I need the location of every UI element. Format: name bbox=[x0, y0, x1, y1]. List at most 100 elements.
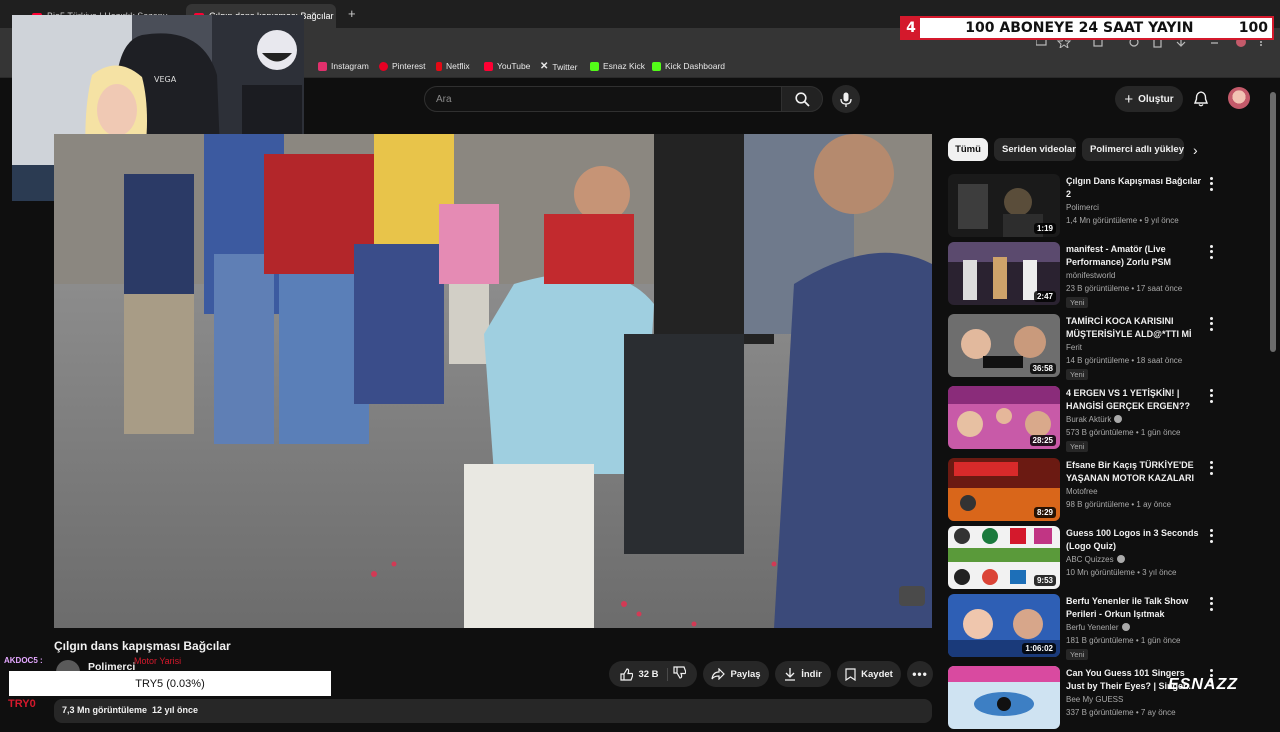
recommendation-item[interactable]: 8:29 Efsane Bir Kaçış TÜRKİYE'DE YAŞANAN… bbox=[948, 458, 1278, 524]
search-button[interactable] bbox=[781, 86, 823, 112]
more-vertical-icon[interactable] bbox=[1206, 460, 1216, 476]
voice-search-button[interactable] bbox=[832, 85, 860, 113]
duration-badge: 1:19 bbox=[1033, 223, 1056, 234]
recommendation-channel[interactable]: Polimerci bbox=[1066, 203, 1099, 212]
view-count: 7,3 Mn görüntüleme bbox=[62, 705, 148, 715]
more-vertical-icon[interactable] bbox=[1206, 244, 1216, 260]
youtube-icon bbox=[484, 61, 493, 71]
bookmark-label: Kick Dashboard bbox=[665, 61, 726, 71]
video-thumbnail[interactable]: 28:25 bbox=[948, 386, 1060, 449]
duration-badge: 8:29 bbox=[1033, 507, 1056, 518]
plus-icon: + bbox=[1124, 90, 1134, 108]
video-thumbnail[interactable]: 2:47 bbox=[948, 242, 1060, 305]
new-badge: Yeni bbox=[1066, 369, 1089, 380]
create-label: Oluştur bbox=[1138, 93, 1174, 105]
more-actions-button[interactable]: ••• bbox=[907, 661, 933, 687]
recommendation-title[interactable]: 4 ERGEN VS 1 YETİŞKİN! | HANGİSİ GERÇEK … bbox=[1066, 387, 1202, 415]
recommendation-title[interactable]: Guess 100 Logos in 3 Seconds (Logo Quiz) bbox=[1066, 527, 1202, 553]
bookmark-label: Pinterest bbox=[392, 61, 426, 71]
recommendation-channel[interactable]: Motofree bbox=[1066, 487, 1098, 496]
verified-icon bbox=[1114, 415, 1123, 423]
recommendation-item[interactable]: 1:06:02 Berfu Yenenler ile Talk Show Per… bbox=[948, 594, 1278, 660]
search-input[interactable]: Ara bbox=[424, 86, 782, 112]
video-thumbnail[interactable]: 9:53 bbox=[948, 526, 1060, 589]
recommendation-title[interactable]: Çılgın Dans Kapışması Bağcılar 2 bbox=[1066, 175, 1202, 201]
donation-total: TRY0 bbox=[8, 698, 36, 710]
thumbs-down-icon bbox=[672, 666, 686, 679]
more-vertical-icon[interactable] bbox=[1206, 176, 1216, 192]
banner-text: 100 ABONEYE 24 SAAT YAYIN bbox=[965, 20, 1194, 36]
recommendation-meta: 1,4 Mn görüntüleme • 9 yıl önce bbox=[1066, 216, 1179, 225]
duration-badge: 1:06:02 bbox=[1022, 643, 1056, 654]
recommendation-channel[interactable]: Burak Aktürk bbox=[1066, 415, 1123, 424]
kick-icon bbox=[590, 61, 599, 71]
share-icon bbox=[711, 668, 726, 680]
recommendation-channel[interactable]: Bee My GUESS bbox=[1066, 695, 1123, 704]
video-player[interactable] bbox=[54, 134, 932, 628]
bookmark-esnaz-kick[interactable]: Esnaz Kick bbox=[590, 61, 645, 71]
recommendation-title[interactable]: Efsane Bir Kaçış TÜRKİYE'DE YAŞANAN MOTO… bbox=[1066, 459, 1202, 487]
recommendation-item[interactable]: 9:53 Guess 100 Logos in 3 Seconds (Logo … bbox=[948, 526, 1278, 592]
new-badge: Yeni bbox=[1066, 441, 1089, 452]
netflix-icon bbox=[436, 61, 442, 71]
bookmark-pinterest[interactable]: Pinterest bbox=[379, 61, 426, 71]
download-icon bbox=[785, 667, 796, 681]
recommendation-item[interactable]: 1:19 Çılgın Dans Kapışması Bağcılar 2 Po… bbox=[948, 174, 1278, 240]
recommendation-item[interactable]: 28:25 4 ERGEN VS 1 YETİŞKİN! | HANGİSİ G… bbox=[948, 386, 1278, 452]
video-thumbnail[interactable]: 36:58 bbox=[948, 314, 1060, 377]
bookmark-label: Twitter bbox=[552, 61, 578, 72]
chevron-right-icon[interactable]: › bbox=[1193, 142, 1198, 158]
donation-text: TRY5 (0.03%) bbox=[135, 677, 205, 690]
new-badge: Yeni bbox=[1066, 649, 1089, 660]
video-thumbnail[interactable]: 8:29 bbox=[948, 458, 1060, 521]
recommendation-channel[interactable]: Ferit bbox=[1066, 343, 1082, 352]
video-thumbnail[interactable]: 1:19 bbox=[948, 174, 1060, 237]
video-thumbnail[interactable]: 1:06:02 bbox=[948, 594, 1060, 657]
recommendation-meta: 573 B görüntüleme • 1 gün önce bbox=[1066, 428, 1181, 437]
chip-series[interactable]: Seriden videolar bbox=[994, 138, 1076, 161]
more-vertical-icon[interactable] bbox=[1206, 528, 1216, 544]
more-vertical-icon[interactable] bbox=[1206, 388, 1216, 404]
dislike-button[interactable] bbox=[672, 666, 686, 682]
recommendation-channel[interactable]: mönifestworld bbox=[1066, 271, 1115, 280]
more-horizontal-icon: ••• bbox=[912, 667, 928, 681]
chip-all[interactable]: Tümü bbox=[948, 138, 988, 161]
download-button[interactable]: İndir bbox=[775, 661, 831, 687]
duration-badge: 28:25 bbox=[1029, 435, 1056, 446]
subscriber-goal-banner: 4 100 ABONEYE 24 SAAT YAYIN 100 bbox=[900, 16, 1274, 40]
recommendation-item[interactable]: 2:47 manifest - Amatör (Live Performance… bbox=[948, 242, 1278, 308]
more-vertical-icon[interactable] bbox=[1206, 596, 1216, 612]
verified-icon bbox=[1116, 555, 1125, 563]
bookmark-youtube[interactable]: YouTube bbox=[484, 61, 530, 71]
recommendation-title[interactable]: TAMİRCİ KOCA KARISINI MÜŞTERİSİYLE ALD@*… bbox=[1066, 315, 1202, 343]
recommendation-title[interactable]: manifest - Amatör (Live Performance) Zor… bbox=[1066, 243, 1202, 269]
account-avatar[interactable] bbox=[1228, 87, 1250, 109]
share-button[interactable]: Paylaş bbox=[703, 661, 769, 687]
bookmark-netflix[interactable]: Netflix bbox=[436, 61, 470, 71]
chip-uploader[interactable]: Polimerci adlı yükleyici bbox=[1082, 138, 1184, 161]
stream-watermark: ESNAZZ bbox=[1168, 676, 1238, 693]
bell-icon bbox=[1194, 91, 1208, 107]
recommendation-channel[interactable]: ABC Quizzes bbox=[1066, 555, 1125, 564]
bookmark-kick-dashboard[interactable]: Kick Dashboard bbox=[652, 61, 725, 71]
bookmark-label: YouTube bbox=[497, 61, 531, 71]
new-tab-button[interactable]: + bbox=[348, 6, 356, 21]
sidebar-scrollbar[interactable] bbox=[1270, 92, 1276, 352]
bookmark-twitter[interactable]: ✕ Twitter bbox=[540, 61, 577, 72]
kick-icon bbox=[652, 61, 661, 71]
recommendation-title[interactable]: Berfu Yenenler ile Talk Show Perileri - … bbox=[1066, 595, 1202, 621]
bookmark-label: Netflix bbox=[446, 61, 470, 71]
bookmark-instagram[interactable]: Instagram bbox=[318, 61, 369, 71]
microphone-icon bbox=[840, 92, 852, 107]
create-button[interactable]: + Oluştur bbox=[1115, 86, 1183, 112]
download-label: İndir bbox=[801, 668, 822, 680]
save-button[interactable]: Kaydet bbox=[837, 661, 901, 687]
video-title: Çılgın dans kapışması Bağcılar bbox=[54, 639, 231, 653]
recommendation-item[interactable]: 36:58 TAMİRCİ KOCA KARISINI MÜŞTERİSİYLE… bbox=[948, 314, 1278, 380]
recommendation-channel[interactable]: Berfu Yenenler bbox=[1066, 623, 1130, 632]
bookmark-icon bbox=[845, 667, 856, 681]
more-vertical-icon[interactable] bbox=[1206, 316, 1216, 332]
like-button[interactable]: 32 B bbox=[620, 667, 668, 681]
notifications-button[interactable] bbox=[1190, 88, 1212, 110]
share-label: Paylaş bbox=[730, 668, 761, 680]
